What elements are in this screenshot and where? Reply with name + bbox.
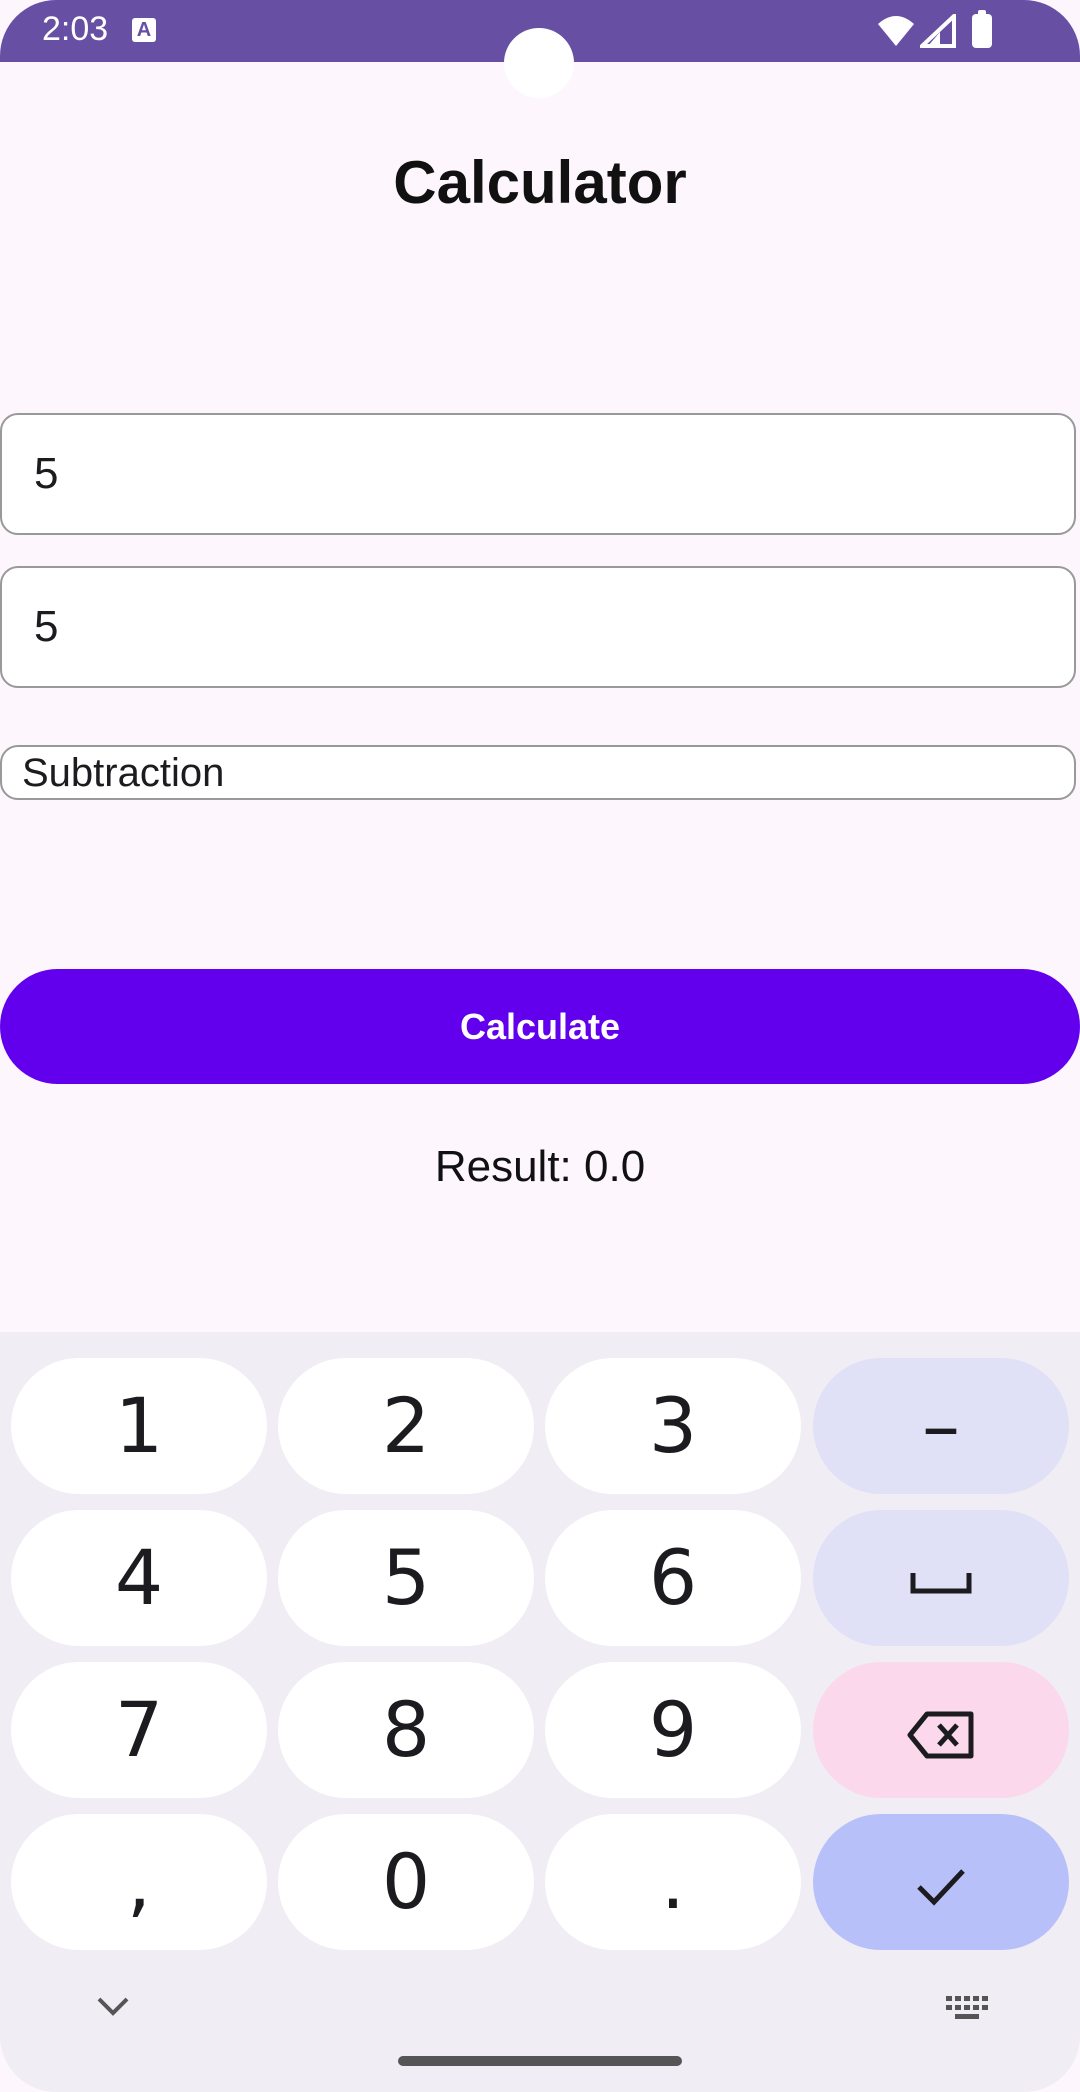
chevron-down-icon[interactable] [96, 1995, 130, 2017]
keyboard-switch-icon[interactable] [946, 1996, 988, 2024]
check-icon [917, 1869, 965, 1906]
home-indicator[interactable] [398, 2056, 682, 2066]
operation-select[interactable]: Subtraction [0, 745, 1076, 800]
space-icon [910, 1573, 972, 1594]
first-number-input[interactable]: 5 [0, 413, 1076, 535]
battery-icon [972, 10, 992, 48]
key-period[interactable]: . [545, 1814, 801, 1950]
key-2[interactable]: 2 [278, 1358, 534, 1494]
wifi-icon [878, 16, 914, 46]
key-7[interactable]: 7 [11, 1662, 267, 1798]
key-done[interactable] [813, 1814, 1069, 1950]
key-4[interactable]: 4 [11, 1510, 267, 1646]
result-text: Result: 0.0 [434, 1142, 646, 1191]
calculate-button[interactable]: Calculate [0, 969, 1080, 1084]
a-icon: A [132, 18, 156, 42]
key-minus[interactable]: – [813, 1358, 1069, 1494]
key-5[interactable]: 5 [278, 1510, 534, 1646]
signal-icon [920, 14, 956, 48]
key-8[interactable]: 8 [278, 1662, 534, 1798]
camera-cutout [504, 28, 574, 98]
key-3[interactable]: 3 [545, 1358, 801, 1494]
key-1[interactable]: 1 [11, 1358, 267, 1494]
key-space[interactable] [813, 1510, 1069, 1646]
key-9[interactable]: 9 [545, 1662, 801, 1798]
page-title: Calculator [393, 149, 687, 216]
key-comma[interactable]: , [11, 1814, 267, 1950]
key-backspace[interactable] [813, 1662, 1069, 1798]
key-6[interactable]: 6 [545, 1510, 801, 1646]
backspace-icon [907, 1711, 974, 1759]
key-0[interactable]: 0 [278, 1814, 534, 1950]
status-time: 2:03 [42, 10, 109, 48]
second-number-input[interactable]: 5 [0, 566, 1076, 688]
